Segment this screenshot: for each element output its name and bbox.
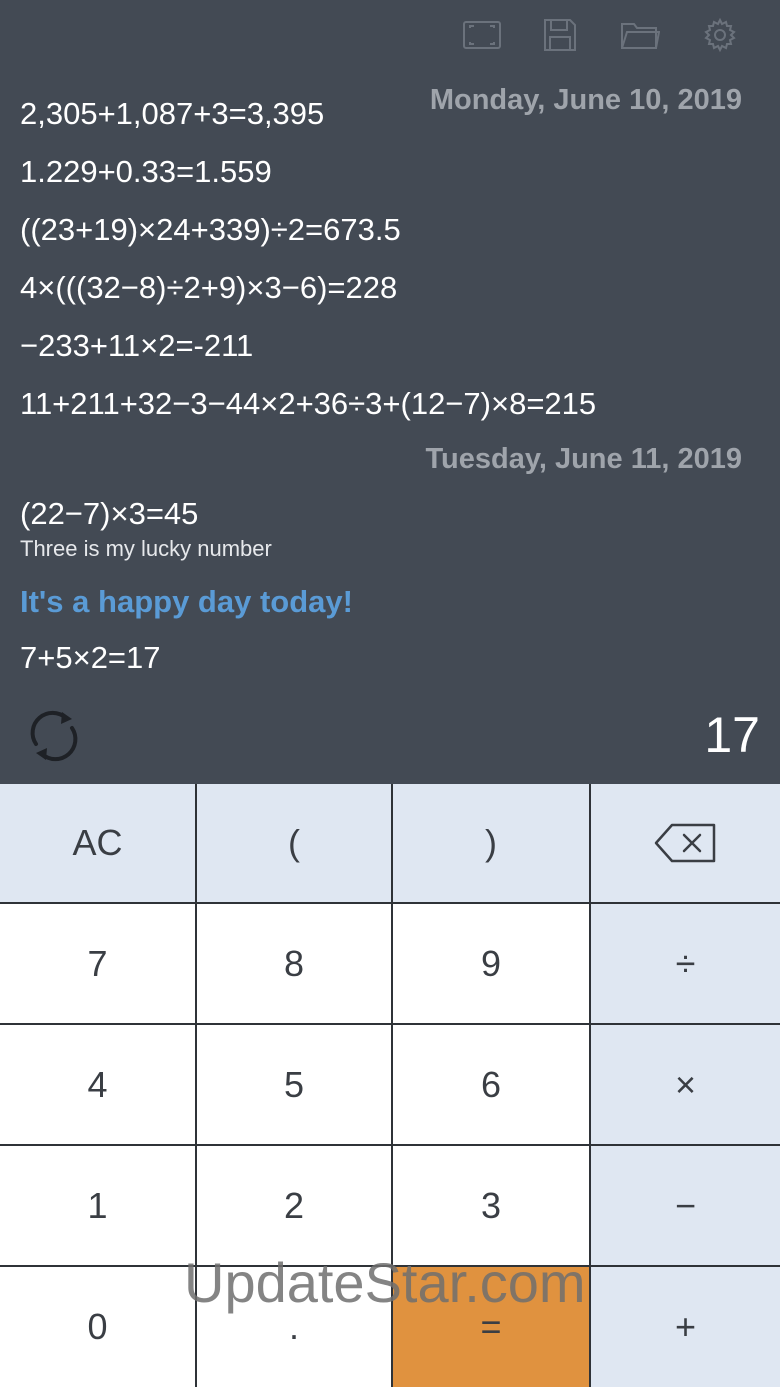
result-display: 17	[704, 707, 760, 763]
refresh-icon	[30, 710, 78, 762]
open-paren-key[interactable]: (	[197, 784, 391, 902]
history-line[interactable]: (22−7)×3=45	[20, 496, 198, 532]
equals-key[interactable]: =	[393, 1267, 589, 1387]
save-button[interactable]	[538, 14, 582, 56]
digit-2-key[interactable]: 2	[197, 1146, 391, 1265]
save-icon	[544, 19, 576, 51]
refresh-button[interactable]	[22, 704, 86, 768]
line-note: Three is my lucky number	[20, 536, 272, 561]
digit-7-key[interactable]: 7	[0, 904, 195, 1023]
date-header: Tuesday, June 11, 2019	[425, 443, 743, 475]
keypad: AC ( ) 7 8 9 ÷ 4 5 6 × 1 2 3 − 0 . = +	[0, 784, 780, 1387]
text-line[interactable]: It's a happy day today!	[20, 584, 353, 620]
folder-icon	[621, 23, 660, 49]
settings-button[interactable]	[698, 14, 742, 56]
multiply-key[interactable]: ×	[591, 1025, 780, 1144]
digit-9-key[interactable]: 9	[393, 904, 589, 1023]
gear-icon	[704, 17, 736, 53]
divide-key[interactable]: ÷	[591, 904, 780, 1023]
fullscreen-icon	[463, 21, 501, 49]
history-line[interactable]: 7+5×2=17	[20, 640, 161, 676]
digit-0-key[interactable]: 0	[0, 1267, 195, 1387]
all-clear-key[interactable]: AC	[0, 784, 195, 902]
history-line[interactable]: 1.229+0.33=1.559	[20, 154, 272, 190]
backspace-key[interactable]	[591, 784, 780, 902]
decimal-key[interactable]: .	[197, 1267, 391, 1387]
backspace-icon	[654, 823, 715, 863]
history-line[interactable]: 4×(((32−8)÷2+9)×3−6)=228	[20, 270, 397, 306]
digit-1-key[interactable]: 1	[0, 1146, 195, 1265]
add-key[interactable]: +	[591, 1267, 780, 1387]
open-folder-button[interactable]	[618, 14, 662, 56]
digit-6-key[interactable]: 6	[393, 1025, 589, 1144]
digit-5-key[interactable]: 5	[197, 1025, 391, 1144]
digit-4-key[interactable]: 4	[0, 1025, 195, 1144]
history-line[interactable]: 11+211+32−3−44×2+36÷3+(12−7)×8=215	[20, 386, 596, 422]
fullscreen-button[interactable]	[460, 14, 504, 56]
digit-8-key[interactable]: 8	[197, 904, 391, 1023]
history-line[interactable]: 2,305+1,087+3=3,395	[20, 96, 324, 132]
history-line[interactable]: −233+11×2=-211	[20, 328, 253, 364]
date-header: Monday, June 10, 2019	[429, 84, 742, 116]
tape-area: Monday, June 10, 2019 2,305+1,087+3=3,39…	[0, 0, 780, 784]
subtract-key[interactable]: −	[591, 1146, 780, 1265]
close-paren-key[interactable]: )	[393, 784, 589, 902]
history-line[interactable]: ((23+19)×24+339)÷2=673.5	[20, 212, 401, 248]
digit-3-key[interactable]: 3	[393, 1146, 589, 1265]
